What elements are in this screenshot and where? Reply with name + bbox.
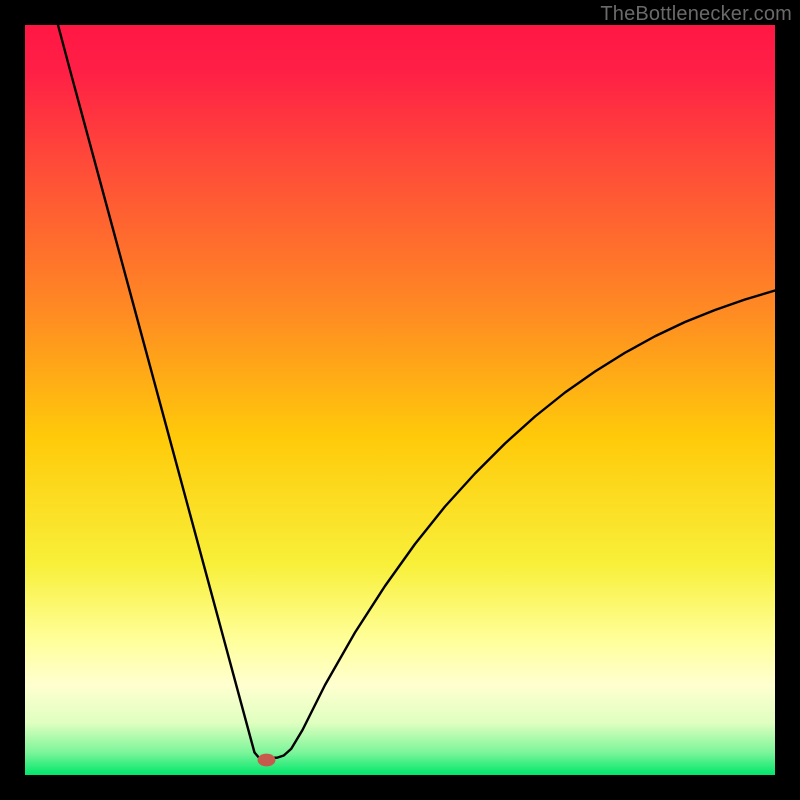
marker-layer: [258, 754, 276, 767]
bottleneck-chart: [25, 25, 775, 775]
optimal-point-marker: [258, 754, 276, 767]
chart-background: [25, 25, 775, 775]
watermark-text: TheBottlenecker.com: [600, 3, 792, 26]
chart-frame: TheBottlenecker.com: [0, 0, 800, 800]
